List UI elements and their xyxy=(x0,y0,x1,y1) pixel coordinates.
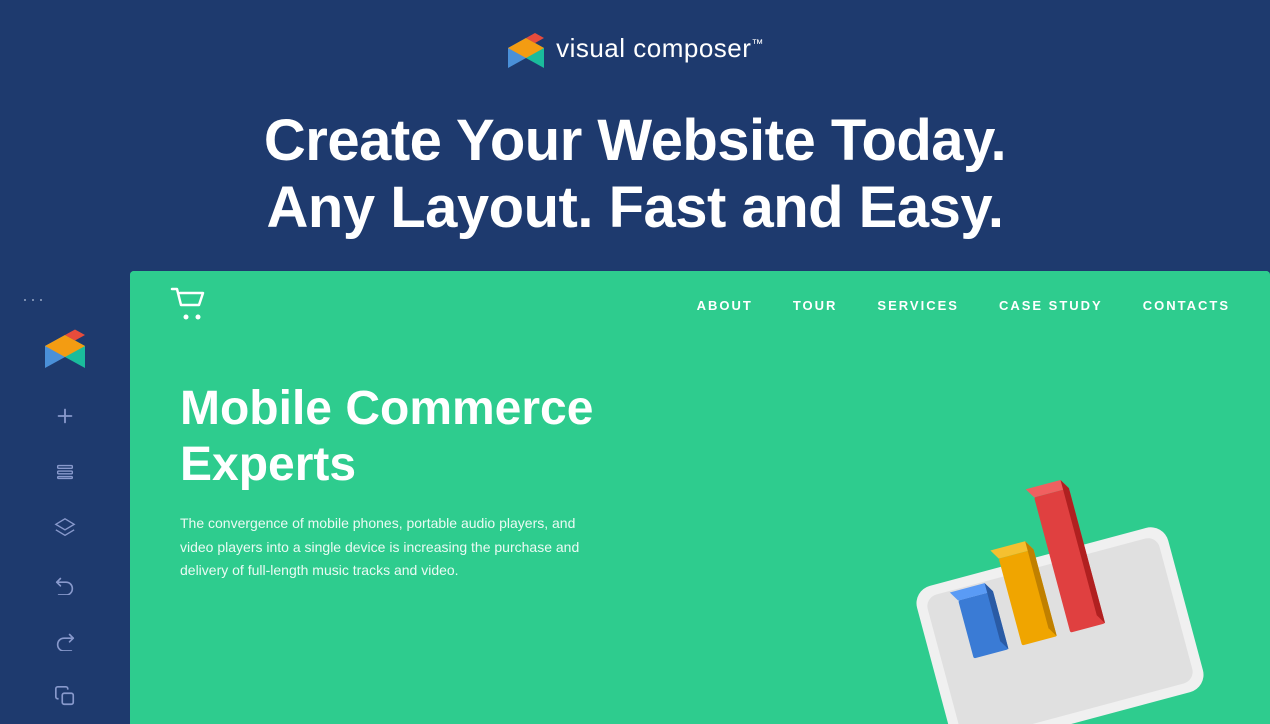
stack-icon[interactable] xyxy=(47,510,83,546)
sidebar-logo-icon xyxy=(43,324,87,368)
preview-hero: Mobile Commerce Experts The convergence … xyxy=(130,341,814,613)
preview-hero-body: The convergence of mobile phones, portab… xyxy=(180,512,600,583)
nav-contacts[interactable]: CONTACTS xyxy=(1143,297,1230,315)
logo-text: visual composer™ xyxy=(556,33,764,64)
nav-services[interactable]: SERVICES xyxy=(877,297,959,315)
header: visual composer™ xyxy=(0,0,1270,88)
add-icon[interactable] xyxy=(47,398,83,434)
hero-section: Create Your Website Today. Any Layout. F… xyxy=(0,88,1270,271)
preview-hero-title: Mobile Commerce Experts xyxy=(180,381,764,491)
logo-container: visual composer™ xyxy=(506,28,764,68)
nav-case-study[interactable]: CASE STUDY xyxy=(999,297,1103,315)
redo-icon[interactable] xyxy=(47,622,83,658)
main-content: ··· xyxy=(0,271,1270,724)
nav-tour[interactable]: TOUR xyxy=(793,297,838,315)
chart-illustration xyxy=(870,414,1250,724)
copy-icon[interactable] xyxy=(47,678,83,714)
undo-icon[interactable] xyxy=(47,566,83,602)
layers-icon[interactable] xyxy=(47,454,83,490)
logo-icon xyxy=(506,28,546,68)
sidebar-dots: ··· xyxy=(0,281,46,324)
preview-nav-links: ABOUT TOUR SERVICES CASE STUDY CONTACTS xyxy=(697,297,1230,315)
preview-nav: ABOUT TOUR SERVICES CASE STUDY CONTACTS xyxy=(130,271,1270,341)
hero-title: Create Your Website Today. Any Layout. F… xyxy=(0,108,1270,241)
preview-window: ABOUT TOUR SERVICES CASE STUDY CONTACTS … xyxy=(130,271,1270,724)
nav-about[interactable]: ABOUT xyxy=(697,297,753,315)
sidebar: ··· xyxy=(0,271,130,724)
preview-cart-icon xyxy=(170,287,208,326)
